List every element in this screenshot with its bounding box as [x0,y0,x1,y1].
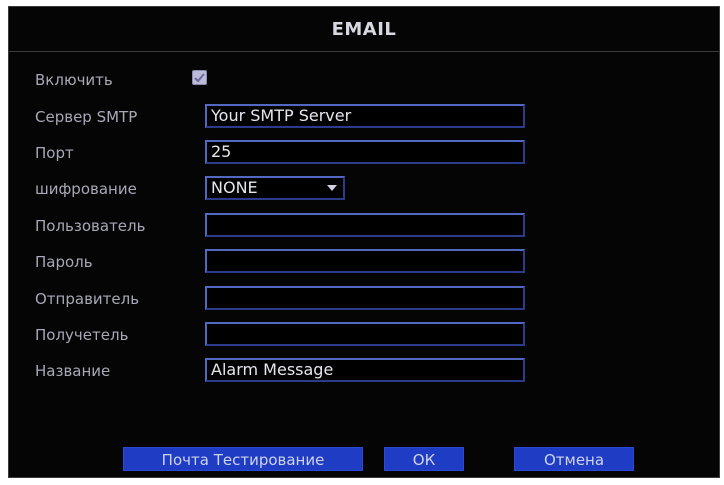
port-input[interactable]: 25 [205,140,525,164]
encryption-label: шифрование [35,180,137,198]
user-row: Пользователь [9,213,719,239]
subject-row: Название Alarm Message [9,358,719,384]
subject-label: Название [35,362,111,380]
password-input[interactable] [205,249,525,273]
user-label: Пользователь [35,217,146,235]
subject-input[interactable]: Alarm Message [205,358,525,382]
dialog-title: EMAIL [331,19,397,40]
encryption-select[interactable]: NONE [205,176,345,200]
title-divider [9,51,719,52]
enable-checkbox[interactable] [192,70,207,85]
test-email-button[interactable]: Почта Тестирование [123,447,363,471]
recipient-label: Получетель [35,326,129,344]
sender-label: Отправитель [35,290,140,308]
enable-label: Включить [35,71,113,89]
chevron-down-icon [327,185,337,191]
recipient-row: Получетель [9,322,719,348]
encryption-value: NONE [211,178,258,197]
email-settings-dialog: EMAIL Включить Сервер SMTP Your SMTP Ser… [8,6,720,478]
recipient-input[interactable] [205,322,525,346]
user-input[interactable] [205,213,525,237]
smtp-server-input[interactable]: Your SMTP Server [205,104,525,128]
check-icon [194,73,205,83]
cancel-button[interactable]: Отмена [514,447,634,471]
encryption-row: шифрование NONE [9,176,719,202]
port-label: Порт [35,144,74,162]
smtp-row: Сервер SMTP Your SMTP Server [9,104,719,130]
smtp-label: Сервер SMTP [35,108,138,126]
enable-row: Включить [9,67,719,93]
sender-row: Отправитель [9,286,719,312]
password-row: Пароль [9,249,719,275]
port-row: Порт 25 [9,140,719,166]
password-label: Пароль [35,253,93,271]
ok-button[interactable]: ОК [384,447,464,471]
sender-input[interactable] [205,286,525,310]
